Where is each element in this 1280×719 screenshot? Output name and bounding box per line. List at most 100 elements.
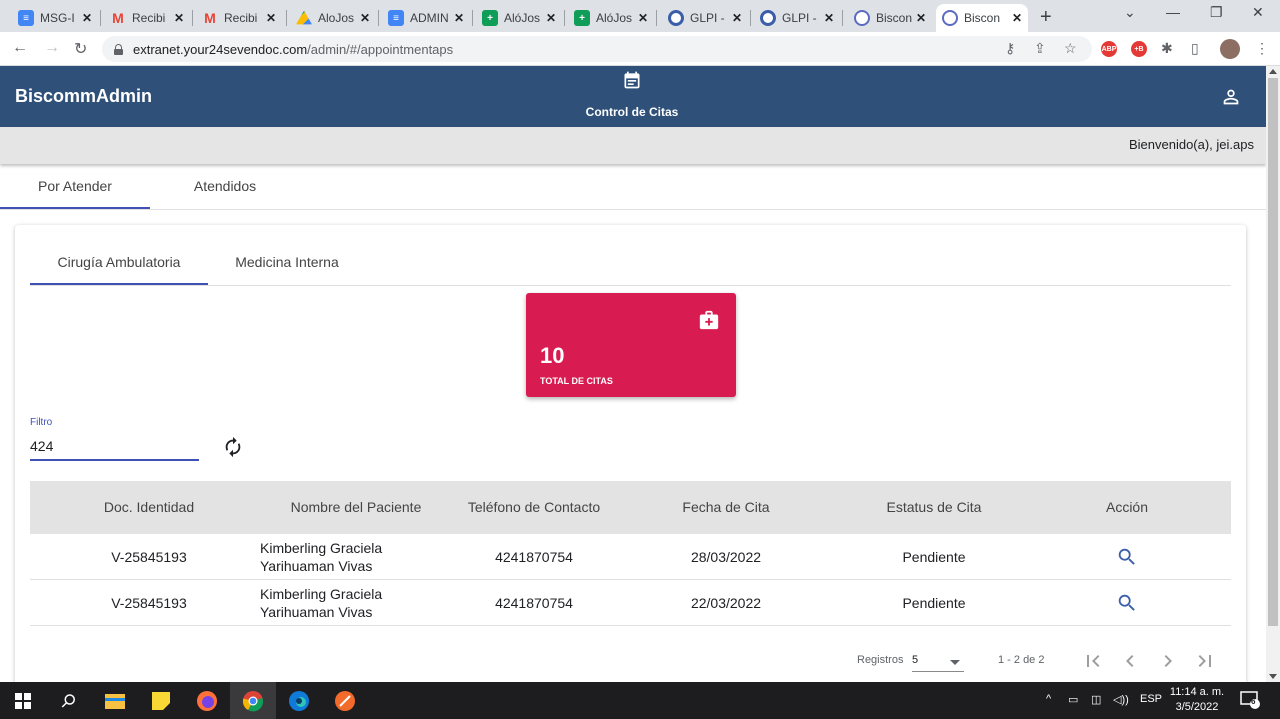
notification-count: 6 xyxy=(1251,697,1256,706)
gmail-icon: M xyxy=(112,10,124,26)
previous-page-icon[interactable] xyxy=(1118,649,1142,673)
biscomm-icon xyxy=(942,10,958,26)
column-header[interactable]: Estatus de Cita xyxy=(824,481,1044,534)
filter-field: Filtro xyxy=(30,415,199,461)
tab-medicina-interna[interactable]: Medicina Interna xyxy=(208,240,366,285)
tab-cirugia-ambulatoria[interactable]: Cirugía Ambulatoria xyxy=(30,240,208,285)
back-icon[interactable]: ← xyxy=(12,39,28,57)
close-icon[interactable]: ✕ xyxy=(916,11,926,25)
close-icon[interactable]: ✕ xyxy=(82,11,92,25)
battery-icon[interactable]: ▭ xyxy=(1068,693,1078,706)
extension-icon[interactable]: +B xyxy=(1131,41,1147,57)
tab-atendidos[interactable]: Atendidos xyxy=(150,164,300,209)
minimize-icon[interactable]: — xyxy=(1166,4,1180,20)
edge-icon[interactable] xyxy=(276,682,322,719)
close-icon[interactable]: ✕ xyxy=(174,11,184,25)
close-icon[interactable]: ✕ xyxy=(360,11,370,25)
close-icon[interactable]: ✕ xyxy=(732,11,742,25)
view-appointment-button[interactable] xyxy=(1047,580,1207,625)
close-icon[interactable]: ✕ xyxy=(546,11,556,25)
windows-taskbar: ^ ▭ ◫ ◁)) ESP 11:14 a. m. 3/5/2022 6 xyxy=(0,682,1280,719)
adblock-extension-icon[interactable]: ABP xyxy=(1101,41,1117,57)
search-icon[interactable] xyxy=(46,682,92,719)
scroll-thumb[interactable] xyxy=(1268,78,1278,626)
browser-tab[interactable]: AloJos ✕ xyxy=(290,4,376,32)
scroll-down-icon[interactable] xyxy=(1269,674,1277,679)
column-header[interactable]: Nombre del Paciente xyxy=(244,481,468,534)
app-orange-icon[interactable] xyxy=(322,682,368,719)
last-page-icon[interactable] xyxy=(1193,649,1217,673)
column-header[interactable]: Doc. Identidad xyxy=(30,481,268,534)
close-icon[interactable]: ✕ xyxy=(638,11,648,25)
first-page-icon[interactable] xyxy=(1081,649,1105,673)
table-row[interactable]: V-25845193 Kimberling Graciela Yarihuaman… xyxy=(30,534,1231,580)
new-tab-icon[interactable]: + xyxy=(1040,6,1052,29)
browser-tab[interactable]: GLPI - ✕ xyxy=(754,4,840,32)
docs-icon: ≡ xyxy=(18,10,34,26)
total-appointments-label: TOTAL DE CITAS xyxy=(540,376,613,386)
share-icon[interactable]: ⇪ xyxy=(1034,40,1046,57)
user-account-icon[interactable] xyxy=(1220,86,1242,108)
address-bar[interactable]: extranet.your24sevendoc.com/admin/#/appo… xyxy=(102,36,1092,62)
key-icon[interactable]: ⚷ xyxy=(1005,40,1015,57)
page-size-label: Registros xyxy=(857,654,904,666)
network-icon[interactable]: ◫ xyxy=(1091,693,1101,706)
side-panel-icon[interactable]: ▯ xyxy=(1191,40,1199,57)
browser-tab-active[interactable]: Biscon ✕ xyxy=(936,4,1028,32)
page-size-select[interactable]: 5 xyxy=(912,652,964,672)
close-icon[interactable]: ✕ xyxy=(266,11,276,25)
docs-icon: ≡ xyxy=(388,10,404,26)
close-icon[interactable]: ✕ xyxy=(454,11,464,25)
browser-tab[interactable]: M Recibi ✕ xyxy=(104,4,190,32)
tray-chevron-icon[interactable]: ^ xyxy=(1046,693,1051,705)
reload-icon[interactable]: ↻ xyxy=(74,39,87,59)
next-page-icon[interactable] xyxy=(1156,649,1180,673)
column-header[interactable]: Fecha de Cita xyxy=(632,481,820,534)
browser-tab[interactable]: GLPI - ✕ xyxy=(662,4,748,32)
page-scrollbar[interactable] xyxy=(1266,66,1280,682)
cell-status: Pendiente xyxy=(902,548,966,565)
column-header[interactable]: Teléfono de Contacto xyxy=(440,481,628,534)
close-icon[interactable]: ✕ xyxy=(1012,11,1022,25)
filter-input[interactable] xyxy=(30,435,199,457)
medical-kit-icon xyxy=(699,310,719,330)
view-appointment-button[interactable] xyxy=(1047,534,1207,579)
scroll-up-icon[interactable] xyxy=(1269,69,1277,74)
cell-status: Pendiente xyxy=(902,594,966,611)
firefox-icon[interactable] xyxy=(184,682,230,719)
input-language[interactable]: ESP xyxy=(1140,693,1162,705)
tab-search-icon[interactable]: ⌄ xyxy=(1124,4,1136,21)
chrome-menu-icon[interactable]: ⋮ xyxy=(1255,40,1269,57)
system-clock[interactable]: 11:14 a. m. 3/5/2022 xyxy=(1166,685,1228,715)
table-row[interactable]: V-25845193 Kimberling Graciela Yarihuaman… xyxy=(30,580,1231,626)
page-range: 1 - 2 de 2 xyxy=(998,654,1045,666)
sheets-icon: + xyxy=(574,10,590,26)
chrome-icon[interactable] xyxy=(230,682,276,719)
restore-icon[interactable]: ❐ xyxy=(1210,4,1223,21)
tab-por-atender[interactable]: Por Atender xyxy=(0,164,150,209)
browser-tab[interactable]: ≡ MSG-I ✕ xyxy=(12,4,98,32)
browser-tab[interactable]: ≡ ADMIN ✕ xyxy=(382,4,470,32)
browser-tab[interactable]: Biscon ✕ xyxy=(848,4,932,32)
volume-icon[interactable]: ◁)) xyxy=(1113,693,1129,706)
browser-tab[interactable]: + AlóJos ✕ xyxy=(476,4,562,32)
notifications-icon[interactable]: 6 xyxy=(1240,691,1260,712)
sticky-notes-icon[interactable] xyxy=(138,682,184,719)
cell-date: 22/03/2022 xyxy=(690,594,762,611)
page-title: Control de Citas xyxy=(585,105,679,119)
browser-tab[interactable]: + AlóJos ✕ xyxy=(568,4,654,32)
puzzle-extensions-icon[interactable]: ✱ xyxy=(1161,40,1173,57)
refresh-icon[interactable] xyxy=(222,436,244,458)
window-close-icon[interactable]: ✕ xyxy=(1252,4,1264,21)
browser-tab[interactable]: M Recibi ✕ xyxy=(196,4,282,32)
forward-icon[interactable]: → xyxy=(44,39,60,57)
file-explorer-icon[interactable] xyxy=(92,682,138,719)
drive-icon xyxy=(296,10,312,25)
profile-avatar[interactable] xyxy=(1220,39,1240,59)
cell-date: 28/03/2022 xyxy=(690,548,762,565)
glpi-icon xyxy=(668,10,684,26)
windows-start-icon[interactable] xyxy=(0,682,46,719)
bookmark-star-icon[interactable]: ☆ xyxy=(1064,40,1077,57)
total-appointments-value: 10 xyxy=(540,343,565,368)
close-icon[interactable]: ✕ xyxy=(824,11,834,25)
